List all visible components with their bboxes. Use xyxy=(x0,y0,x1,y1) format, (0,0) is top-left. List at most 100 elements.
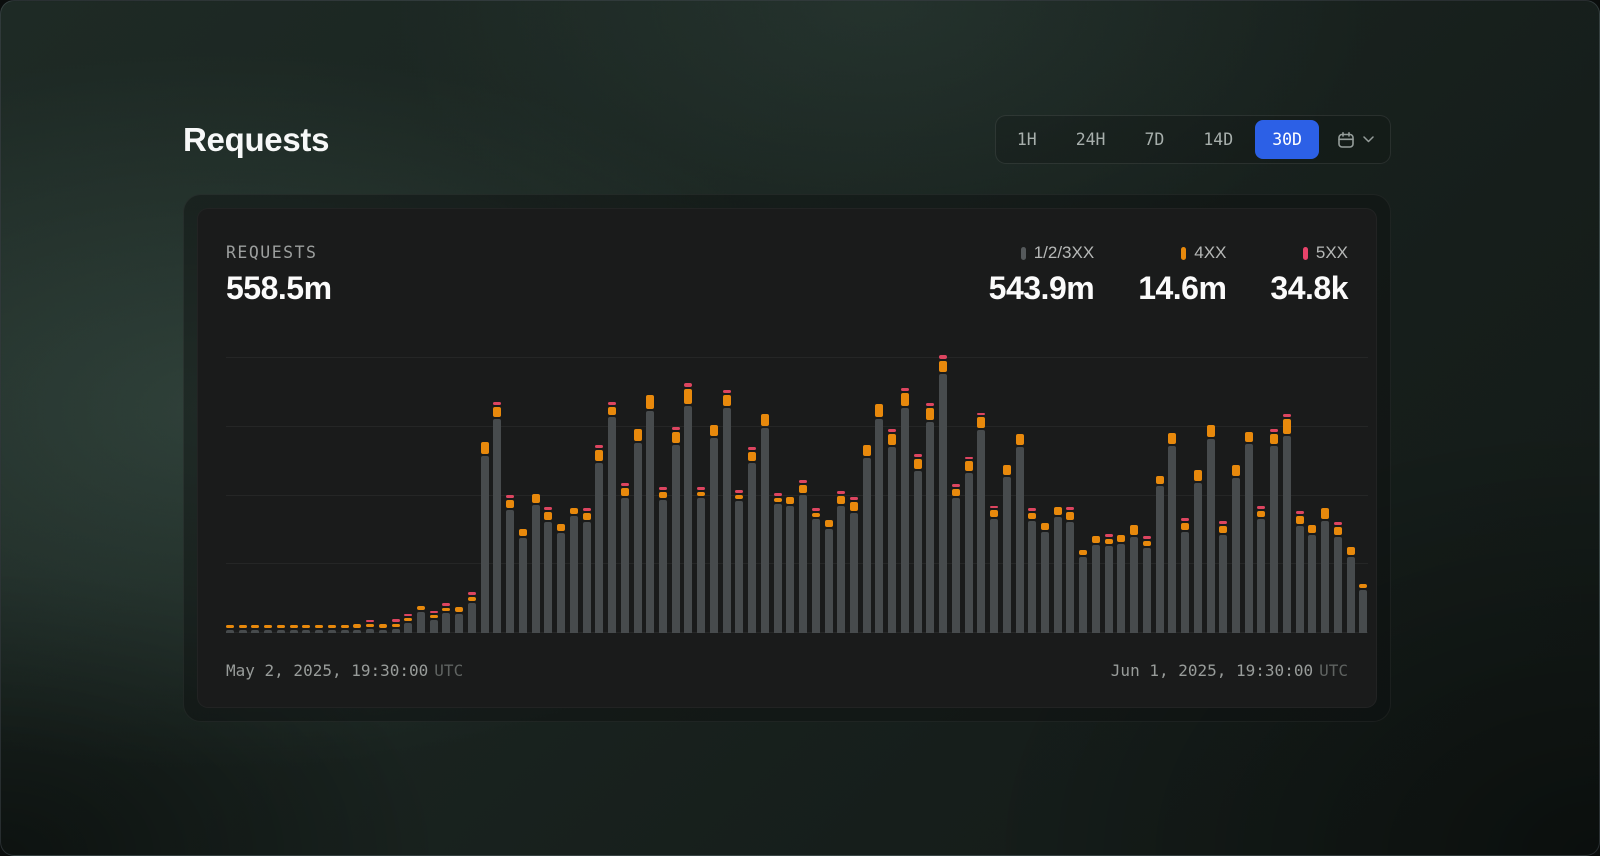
bar[interactable] xyxy=(1194,470,1202,633)
bar[interactable] xyxy=(506,495,514,633)
bar[interactable] xyxy=(723,390,731,633)
bar[interactable] xyxy=(1308,525,1316,633)
bar[interactable] xyxy=(1245,432,1253,633)
bar[interactable] xyxy=(1016,434,1024,634)
bar[interactable] xyxy=(583,508,591,633)
bar[interactable] xyxy=(353,624,361,633)
bar[interactable] xyxy=(1347,547,1355,633)
bar[interactable] xyxy=(1257,506,1265,633)
bar[interactable] xyxy=(1296,511,1304,633)
bar[interactable] xyxy=(952,484,960,633)
bar[interactable] xyxy=(379,624,387,633)
bar[interactable] xyxy=(481,442,489,633)
bar[interactable] xyxy=(939,355,947,633)
bar[interactable] xyxy=(1105,534,1113,633)
bar[interactable] xyxy=(977,413,985,633)
bar[interactable] xyxy=(1359,584,1367,633)
bar[interactable] xyxy=(417,606,425,633)
bar[interactable] xyxy=(404,614,412,633)
bar[interactable] xyxy=(965,457,973,633)
bar[interactable] xyxy=(914,454,922,633)
bar[interactable] xyxy=(302,625,310,633)
range-button-14d[interactable]: 14D xyxy=(1186,120,1250,159)
bar[interactable] xyxy=(442,603,450,633)
bar[interactable] xyxy=(544,507,552,633)
bar[interactable] xyxy=(786,497,794,633)
bar[interactable] xyxy=(608,402,616,633)
bar[interactable] xyxy=(1028,508,1036,633)
bar[interactable] xyxy=(392,619,400,633)
bar[interactable] xyxy=(888,429,896,633)
bar[interactable] xyxy=(430,611,438,633)
bar[interactable] xyxy=(595,445,603,633)
bar[interactable] xyxy=(264,625,272,633)
bar[interactable] xyxy=(1207,425,1215,633)
bar[interactable] xyxy=(1054,507,1062,633)
bar[interactable] xyxy=(455,607,463,633)
range-button-1h[interactable]: 1H xyxy=(1000,120,1054,159)
bar[interactable] xyxy=(634,429,642,633)
bar[interactable] xyxy=(1168,433,1176,633)
bar[interactable] xyxy=(684,383,692,633)
bar[interactable] xyxy=(1066,507,1074,633)
bar[interactable] xyxy=(1321,508,1329,633)
custom-date-range-button[interactable] xyxy=(1324,120,1386,159)
bar[interactable] xyxy=(774,493,782,633)
bar[interactable] xyxy=(519,529,527,633)
bar[interactable] xyxy=(1130,525,1138,633)
bar[interactable] xyxy=(697,487,705,633)
bar[interactable] xyxy=(493,402,501,633)
range-button-7d[interactable]: 7D xyxy=(1128,120,1182,159)
bar[interactable] xyxy=(239,625,247,633)
bar[interactable] xyxy=(532,494,540,633)
bar[interactable] xyxy=(290,625,298,633)
bar[interactable] xyxy=(1156,476,1164,633)
bar[interactable] xyxy=(1003,465,1011,633)
bar[interactable] xyxy=(341,625,349,633)
bar[interactable] xyxy=(1079,550,1087,633)
bar[interactable] xyxy=(1232,465,1240,633)
bar[interactable] xyxy=(710,425,718,633)
bar[interactable] xyxy=(812,508,820,633)
bar[interactable] xyxy=(799,480,807,633)
bars-area[interactable] xyxy=(226,347,1368,633)
bar[interactable] xyxy=(277,625,285,633)
bar[interactable] xyxy=(850,497,858,633)
bar[interactable] xyxy=(315,625,323,633)
bar[interactable] xyxy=(1334,522,1342,633)
legend-stat-4xx[interactable]: 4XX 14.6m xyxy=(1138,243,1226,307)
bar[interactable] xyxy=(328,625,336,633)
bar[interactable] xyxy=(1041,523,1049,633)
bar[interactable] xyxy=(1283,414,1291,633)
bar[interactable] xyxy=(837,491,845,633)
bar[interactable] xyxy=(990,506,998,633)
bar[interactable] xyxy=(1219,521,1227,633)
bar[interactable] xyxy=(875,404,883,633)
bar[interactable] xyxy=(748,447,756,633)
bar[interactable] xyxy=(659,487,667,633)
bar[interactable] xyxy=(557,524,565,633)
bar[interactable] xyxy=(735,490,743,633)
bar[interactable] xyxy=(226,625,234,633)
bar[interactable] xyxy=(646,395,654,633)
bar[interactable] xyxy=(825,520,833,633)
bar[interactable] xyxy=(672,427,680,633)
bar[interactable] xyxy=(761,414,769,633)
bar[interactable] xyxy=(926,403,934,633)
legend-stat-5xx[interactable]: 5XX 34.8k xyxy=(1270,243,1348,307)
bar[interactable] xyxy=(1092,536,1100,633)
bar[interactable] xyxy=(901,388,909,633)
range-button-30d[interactable]: 30D xyxy=(1255,120,1319,159)
bar[interactable] xyxy=(570,508,578,633)
bar[interactable] xyxy=(1117,535,1125,633)
bar[interactable] xyxy=(468,592,476,633)
bar[interactable] xyxy=(1270,429,1278,633)
legend-stat-123xx[interactable]: 1/2/3XX 543.9m xyxy=(989,243,1095,307)
bar[interactable] xyxy=(251,625,259,633)
bar[interactable] xyxy=(863,445,871,633)
range-button-24h[interactable]: 24H xyxy=(1059,120,1123,159)
bar[interactable] xyxy=(621,483,629,633)
bar[interactable] xyxy=(1143,536,1151,633)
bar[interactable] xyxy=(1181,518,1189,633)
bar[interactable] xyxy=(366,620,374,633)
